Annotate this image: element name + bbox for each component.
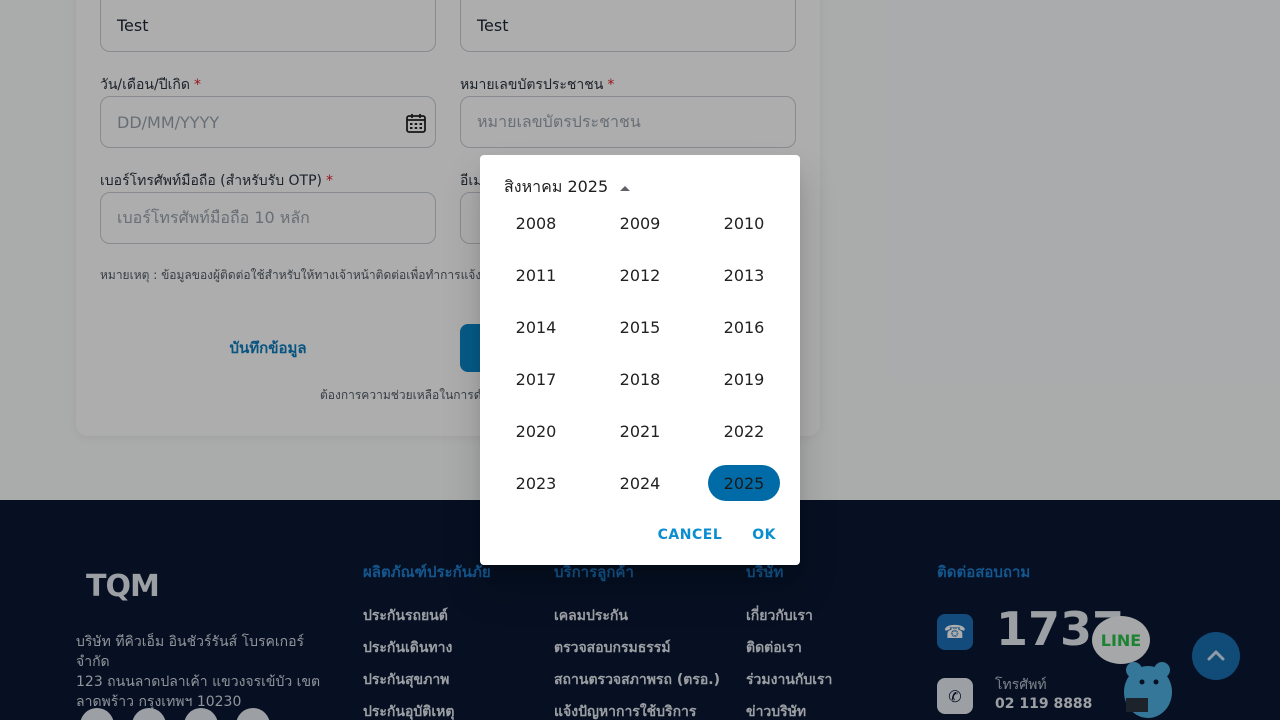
year-label: 2018 [619,369,661,389]
year-label: 2010 [723,213,765,233]
year-option-2017[interactable]: 2017 [484,361,588,397]
year-option-2011[interactable]: 2011 [484,257,588,293]
caret-up-icon [620,186,631,191]
year-option-2021[interactable]: 2021 [588,413,692,449]
year-grid: 2008 2009 2010 2011 2012 2013 2014 2015 2016 2017… [480,205,800,501]
year-label: 2011 [515,265,557,285]
year-option-2020[interactable]: 2020 [484,413,588,449]
year-option-2025[interactable]: 2025 [692,465,796,501]
year-label: 2025 [708,465,780,501]
year-option-2018[interactable]: 2018 [588,361,692,397]
year-label: 2009 [619,213,661,233]
year-option-2009[interactable]: 2009 [588,205,692,241]
date-picker-dialog: สิงหาคม 2025 2008 2009 2010 2011 2012 2013 201… [480,155,800,565]
year-label: 2015 [619,317,661,337]
year-option-2015[interactable]: 2015 [588,309,692,345]
year-option-2024[interactable]: 2024 [588,465,692,501]
year-label: 2012 [619,265,661,285]
year-label: 2013 [723,265,765,285]
year-label: 2008 [515,213,557,233]
year-label: 2022 [723,421,765,441]
year-label: 2020 [515,421,557,441]
month-year-label: สิงหาคม 2025 [504,177,609,196]
year-option-2008[interactable]: 2008 [484,205,588,241]
cancel-button[interactable]: CANCEL [650,519,731,551]
year-label: 2019 [723,369,765,389]
year-label: 2014 [515,317,557,337]
year-toggle[interactable]: สิงหาคม 2025 [504,175,631,200]
year-label: 2017 [515,369,557,389]
year-option-2023[interactable]: 2023 [484,465,588,501]
year-label: 2024 [619,473,661,493]
year-label: 2021 [619,421,661,441]
year-label: 2016 [723,317,765,337]
year-option-2012[interactable]: 2012 [588,257,692,293]
year-option-2014[interactable]: 2014 [484,309,588,345]
year-label: 2023 [515,473,557,493]
year-option-2010[interactable]: 2010 [692,205,796,241]
year-option-2013[interactable]: 2013 [692,257,796,293]
dialog-actions: CANCEL OK [650,519,784,551]
year-option-2022[interactable]: 2022 [692,413,796,449]
year-option-2016[interactable]: 2016 [692,309,796,345]
year-option-2019[interactable]: 2019 [692,361,796,397]
ok-button[interactable]: OK [744,519,784,551]
